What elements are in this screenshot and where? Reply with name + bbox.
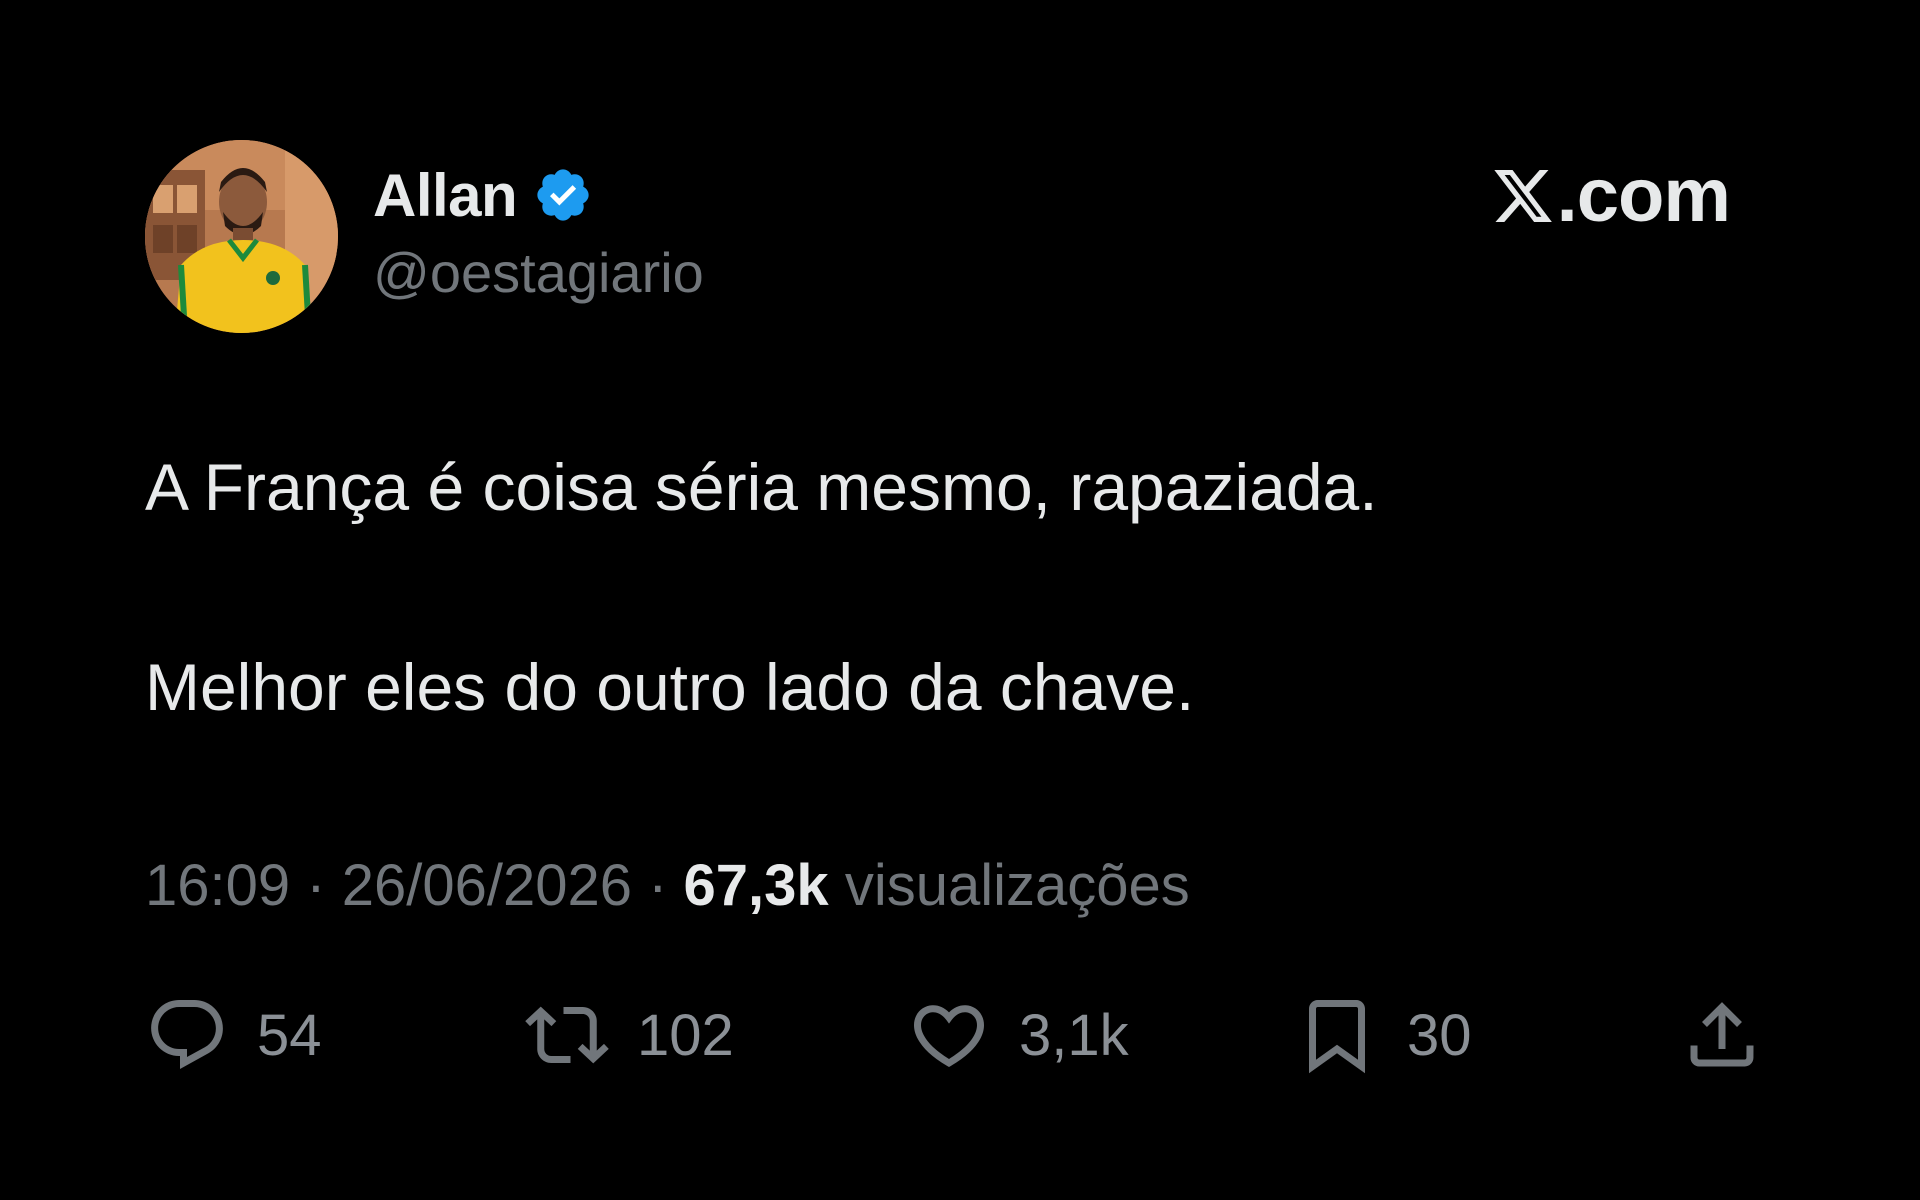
x-logo-icon	[1491, 164, 1555, 228]
like-count: 3,1k	[1019, 1002, 1129, 1068]
views-count[interactable]: 67,3k	[684, 853, 829, 918]
verified-badge-icon	[533, 165, 593, 225]
tweet-text-line: A França é coisa séria mesmo, rapaziada.	[145, 450, 1378, 524]
brand-watermark: .com	[1491, 153, 1731, 238]
avatar-photo	[145, 140, 338, 333]
author-name-row: Allan	[373, 160, 593, 230]
meta-separator: ·	[632, 853, 684, 918]
views-label: visualizações	[844, 853, 1190, 918]
share-button[interactable]	[1680, 990, 1764, 1080]
avatar[interactable]	[145, 140, 338, 333]
bookmark-button[interactable]: 30	[1295, 990, 1472, 1080]
tweet-time[interactable]: 16:09	[145, 853, 290, 918]
like-button[interactable]: 3,1k	[907, 990, 1129, 1080]
share-icon	[1680, 993, 1764, 1077]
bookmark-count: 30	[1407, 1002, 1472, 1068]
meta-separator: ·	[290, 853, 342, 918]
brand-suffix: .com	[1556, 153, 1731, 238]
reply-icon	[145, 993, 229, 1077]
author-handle[interactable]: @oestagiario	[373, 240, 704, 305]
retweet-icon	[525, 993, 609, 1077]
tweet-text: A França é coisa séria mesmo, rapaziada.…	[145, 448, 1745, 726]
author-display-name[interactable]: Allan	[373, 161, 518, 230]
tweet-date[interactable]: 26/06/2026	[342, 853, 632, 918]
reply-button[interactable]: 54	[145, 990, 322, 1080]
reply-count: 54	[257, 1002, 322, 1068]
retweet-button[interactable]: 102	[525, 990, 734, 1080]
bookmark-icon	[1295, 993, 1379, 1077]
action-bar: 54 102 3,1k 30	[145, 990, 1765, 1080]
retweet-count: 102	[637, 1002, 734, 1068]
tweet-card: Allan @oestagiario .com A França é coisa…	[0, 0, 1920, 1200]
tweet-meta: 16:09 · 26/06/2026 · 67,3k visualizações	[145, 852, 1190, 919]
tweet-text-line: Melhor eles do outro lado da chave.	[145, 650, 1195, 724]
heart-icon	[907, 993, 991, 1077]
